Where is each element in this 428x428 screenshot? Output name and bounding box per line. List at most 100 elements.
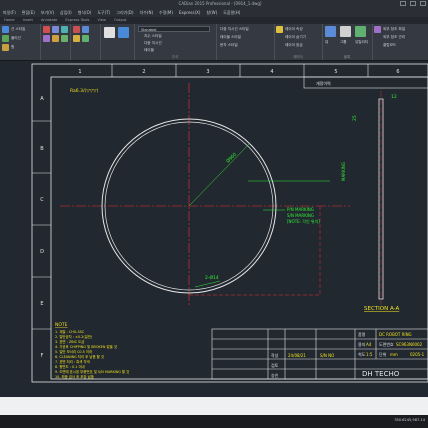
note-line-7: 7. 표면 처리 : 흑색 착색 bbox=[55, 359, 90, 364]
command-area[interactable] bbox=[0, 397, 428, 415]
trim-icon[interactable] bbox=[73, 26, 80, 33]
menu-item-view[interactable]: 보기(V) bbox=[38, 8, 57, 17]
tab-view[interactable]: View bbox=[93, 17, 110, 24]
ribbon-left-item-1[interactable]: 선 스타일 bbox=[11, 27, 25, 32]
text-icon[interactable] bbox=[104, 27, 115, 38]
right-dimension-1: 12 bbox=[391, 94, 397, 100]
drawing-viewport[interactable]: A B C D E F 1 2 3 4 5 6 개정이력 Ra6.3/(▽▽▽) bbox=[0, 61, 428, 397]
drawing-canvas[interactable]: A B C D E F 1 2 3 4 5 6 개정이력 Ra6.3/(▽▽▽) bbox=[0, 61, 428, 397]
tab-output[interactable]: Output bbox=[110, 17, 130, 24]
style-option-1[interactable]: 치수 스타일 bbox=[144, 34, 162, 39]
layer-icon[interactable] bbox=[276, 26, 283, 33]
ribbon-group-annotation: Standard 치수 스타일 다중 지시선 테이블 주석 bbox=[134, 24, 217, 60]
tab-annotate[interactable]: Annotate bbox=[37, 17, 61, 24]
zone-letter-d: D bbox=[40, 249, 44, 255]
ribbon-group-draw: 선 스타일 폴리선 원 bbox=[0, 24, 41, 60]
drawing-no-label: 도면번호 bbox=[379, 341, 394, 347]
scale-value: 1:5 bbox=[366, 352, 373, 357]
scale-label: 척도 bbox=[358, 351, 366, 357]
menu-item-window[interactable]: 창(W) bbox=[203, 8, 220, 17]
block-group-label: 블록 bbox=[343, 55, 351, 59]
menu-item-draw[interactable]: 그리기(D) bbox=[113, 8, 136, 17]
close-icon[interactable] bbox=[420, 1, 426, 6]
utility-icon[interactable] bbox=[355, 26, 366, 37]
menu-item-dimension[interactable]: 치수(N) bbox=[137, 8, 156, 17]
style-option-2[interactable]: 다중 지시선 bbox=[144, 41, 162, 46]
menu-item-insert[interactable]: 삽입(I) bbox=[57, 8, 75, 17]
line-style-icon[interactable] bbox=[2, 26, 9, 33]
offset-icon[interactable] bbox=[43, 35, 50, 42]
tab-insert[interactable]: Insert bbox=[19, 17, 37, 24]
far-item-1[interactable]: 외부 참조 파일 bbox=[383, 27, 405, 32]
menu-item-format[interactable]: 형식(O) bbox=[75, 8, 95, 17]
copy-icon[interactable] bbox=[52, 26, 59, 33]
menu-item-tools[interactable]: 도구(T) bbox=[94, 8, 113, 17]
far-item-3[interactable]: 클립보드 bbox=[383, 43, 396, 48]
style-right-item-2[interactable]: 테이블 스타일 bbox=[220, 35, 241, 40]
move-icon[interactable] bbox=[61, 35, 68, 42]
view-item-2[interactable]: 그룹 bbox=[340, 40, 347, 45]
title-row-label-3: 승인 bbox=[271, 372, 279, 378]
marking-note: [NOTE: 각인 위치] bbox=[287, 218, 320, 224]
style-dropdown[interactable]: Standard bbox=[138, 26, 210, 32]
menu-item-help[interactable]: 도움말(H) bbox=[220, 8, 243, 17]
mirror-icon[interactable] bbox=[61, 26, 68, 33]
minimize-icon[interactable] bbox=[400, 1, 406, 6]
group-icon[interactable] bbox=[340, 26, 351, 37]
zone-number-3: 3 bbox=[206, 69, 209, 75]
cursor-coordinates: 780.6245,987.14 bbox=[394, 418, 425, 422]
maximize-icon[interactable] bbox=[410, 1, 416, 6]
fillet-icon[interactable] bbox=[73, 35, 80, 42]
ribbon-left-item-3[interactable]: 원 bbox=[11, 45, 14, 50]
polyline-icon[interactable] bbox=[2, 35, 9, 42]
layer-item-1[interactable]: 레이어 속성 bbox=[285, 27, 303, 32]
view-item-1[interactable]: 뷰 bbox=[325, 40, 328, 45]
ribbon-group-text bbox=[100, 24, 135, 60]
note-line-4: 4. 가공후 CHIPPING 및 BROKEN 없을 것 bbox=[55, 344, 117, 349]
zone-letter-e: E bbox=[40, 301, 43, 307]
layer-group-label: 레이어 bbox=[293, 55, 303, 59]
extend-icon[interactable] bbox=[82, 26, 89, 33]
style-right-item-3[interactable]: 문자 스타일 bbox=[220, 43, 238, 48]
notes-heading: NOTE bbox=[55, 322, 68, 328]
tab-home[interactable]: Home bbox=[0, 17, 19, 24]
menu-item-modify[interactable]: 수정(M) bbox=[156, 8, 176, 17]
section-label: SECTION A-A bbox=[364, 306, 399, 312]
xref-icon[interactable] bbox=[374, 26, 381, 33]
menu-item-file[interactable]: 파일(F) bbox=[0, 8, 19, 17]
document-number: 0205-1 bbox=[410, 352, 425, 357]
roughness-note: Ra6.3/(▽▽▽) bbox=[70, 88, 99, 94]
note-line-1: 1. 재질 : CHG-SSC bbox=[55, 329, 85, 334]
erase-icon[interactable] bbox=[43, 26, 50, 33]
ribbon-group-xref: 외부 참조 파일 외부 참조 관리 클립보드 bbox=[372, 24, 428, 60]
layer-item-2[interactable]: 레이어 숨기기 bbox=[285, 35, 306, 40]
dimension-icon[interactable] bbox=[118, 27, 129, 38]
menu-item-express[interactable]: Express(X) bbox=[176, 8, 203, 17]
style-right-item-1[interactable]: 다중 지시선 스타일 bbox=[220, 27, 249, 32]
revision-label: 개정이력 bbox=[316, 80, 331, 86]
unit-value: mm bbox=[390, 352, 398, 357]
array-icon[interactable] bbox=[52, 35, 59, 42]
note-line-9: 9. 도면에 표시된 부품번호 및 S/N MARKING 할 것 bbox=[55, 369, 129, 374]
chamfer-icon[interactable] bbox=[82, 35, 89, 42]
zone-letter-a: A bbox=[40, 96, 44, 102]
layer-item-3[interactable]: 레이어 잠금 bbox=[285, 43, 303, 48]
circle-icon[interactable] bbox=[2, 44, 9, 51]
menu-item-edit[interactable]: 편집(E) bbox=[19, 8, 38, 17]
view-item-3[interactable]: 유틸리티 bbox=[355, 40, 368, 45]
right-dimension-2: 25 bbox=[352, 115, 358, 121]
note-line-2: 2. 일반공차 : ±0.2(일반) bbox=[55, 334, 93, 339]
sn-marking: S/N MARKING bbox=[287, 213, 314, 218]
note-line-8: 8. 평면도 : 0.1 이내 bbox=[55, 364, 85, 369]
far-item-2[interactable]: 외부 참조 관리 bbox=[383, 35, 405, 40]
drawing-number: SC963N0002 bbox=[396, 342, 423, 347]
sheet-inner-frame bbox=[50, 76, 428, 380]
style-option-3[interactable]: 테이블 bbox=[144, 48, 154, 53]
tab-express-tools[interactable]: Express Tools bbox=[61, 17, 93, 24]
view-icon[interactable] bbox=[325, 26, 336, 37]
note-line-3: 3. 표면 : ZINC 도금 bbox=[55, 339, 84, 344]
diameter-dimension: Ø960 bbox=[224, 151, 238, 165]
note-line-5: 5. 일반 모서리 C0.5 이하 bbox=[55, 349, 93, 354]
ribbon-left-item-2[interactable]: 폴리선 bbox=[11, 36, 21, 41]
drawn-date: 24/08/21 bbox=[288, 353, 306, 358]
